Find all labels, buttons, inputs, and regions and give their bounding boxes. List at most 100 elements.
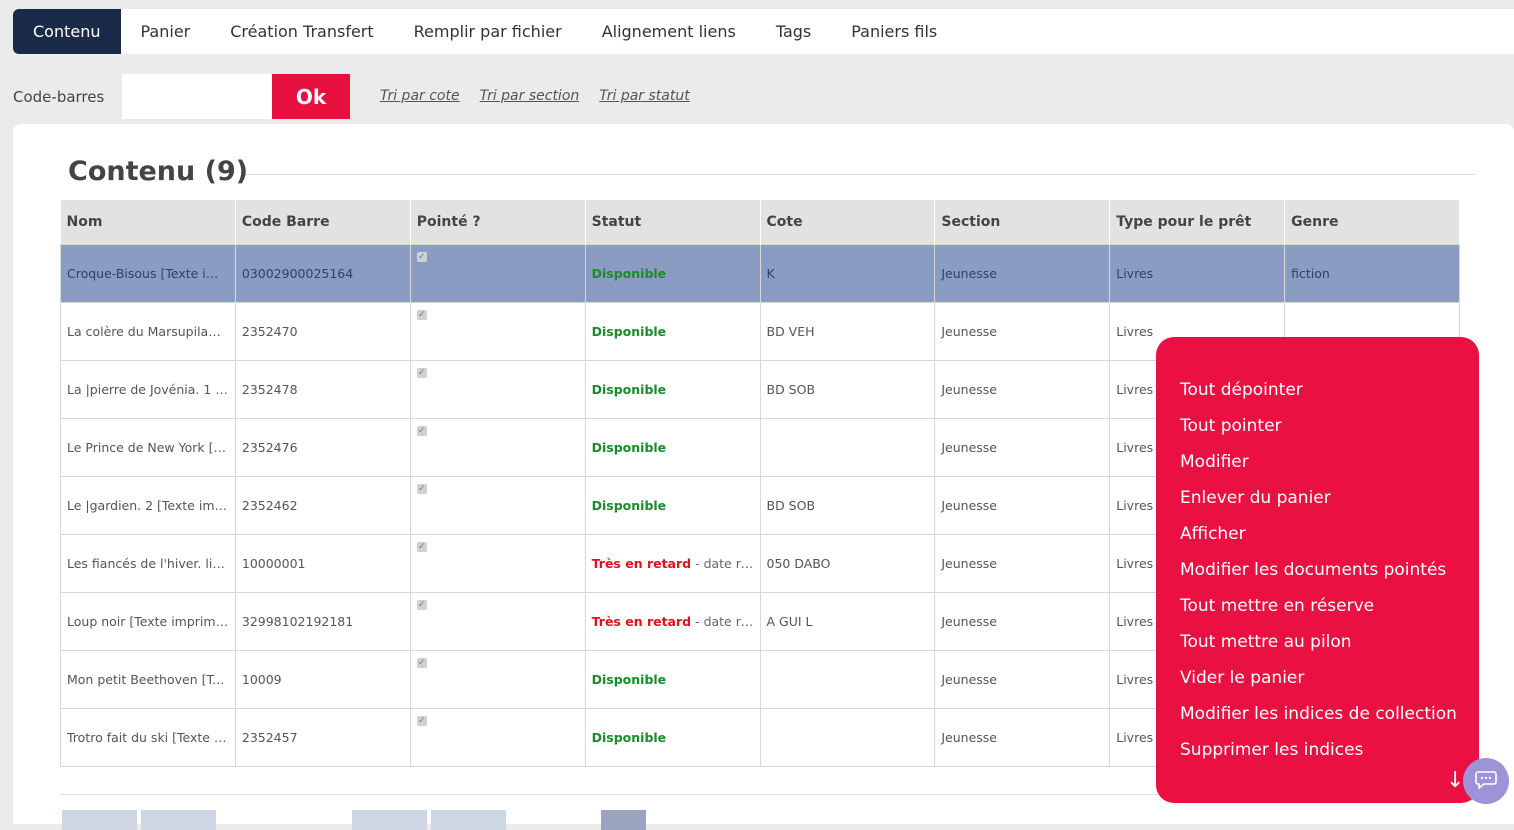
cell-nom: Le |gardien. 2 [Texte imprimé]: [60, 476, 236, 535]
sort-links: Tri par cote Tri par section Tri par sta…: [380, 88, 690, 104]
cell-nom: La |pierre de Jovénia. 1 [Texte imprimé]: [60, 360, 236, 419]
cell-pointe[interactable]: ✓: [409, 244, 586, 303]
pager-button[interactable]: [141, 810, 216, 830]
barcode-form: Code-barres Ok: [13, 74, 350, 119]
status-detail: - date retour: [695, 614, 759, 629]
pager-current-button[interactable]: [601, 810, 646, 830]
cell-pointe[interactable]: ✓: [409, 418, 586, 477]
menu-item-tout-pointer[interactable]: Tout pointer: [1180, 413, 1479, 449]
cell-statut: Disponible: [584, 418, 761, 477]
status-label: Disponible: [591, 672, 667, 687]
cell-genre: fiction: [1284, 244, 1460, 303]
sort-by-section-link[interactable]: Tri par section: [480, 88, 580, 104]
cell-code-barre: 10009: [234, 650, 411, 709]
cell-nom: Croque-Bisous [Texte imprimé]: [60, 244, 236, 303]
tab-remplir-par-fichier[interactable]: Remplir par fichier: [394, 9, 582, 54]
menu-item-supprimer-indices[interactable]: Supprimer les indices: [1180, 737, 1479, 773]
cell-statut: Disponible: [584, 244, 761, 303]
menu-item-enlever-du-panier[interactable]: Enlever du panier: [1180, 485, 1479, 521]
cell-code-barre: 2352476: [234, 418, 411, 477]
chat-button[interactable]: [1463, 758, 1509, 804]
cell-pointe[interactable]: ✓: [409, 302, 586, 361]
cell-cote: [759, 708, 936, 767]
cell-code-barre: 10000001: [234, 534, 411, 593]
pager-button[interactable]: [62, 810, 137, 830]
status-label: Disponible: [591, 498, 667, 513]
cell-pointe[interactable]: ✓: [409, 360, 586, 419]
checkbox-checked-icon[interactable]: ✓: [416, 658, 427, 668]
checkbox-checked-icon[interactable]: ✓: [416, 600, 427, 610]
menu-item-afficher[interactable]: Afficher: [1180, 521, 1479, 557]
column-header-statut[interactable]: Statut: [585, 200, 761, 245]
column-header-genre[interactable]: Genre: [1284, 200, 1460, 245]
table-row[interactable]: Croque-Bisous [Texte imprimé]03002900025…: [60, 244, 1460, 303]
cell-section: Jeunesse: [934, 244, 1111, 303]
status-label: Disponible: [591, 266, 667, 281]
cell-code-barre: 2352457: [234, 708, 411, 767]
tab-tags[interactable]: Tags: [756, 9, 831, 54]
cell-nom: Mon petit Beethoven [Texte imprimé]: [60, 650, 236, 709]
cell-cote: A GUI L: [759, 592, 936, 651]
cell-nom: Le Prince de New York [Texte imprimé]: [60, 418, 236, 477]
barcode-input[interactable]: [122, 74, 272, 119]
pager-button[interactable]: [352, 810, 427, 830]
cell-pointe[interactable]: ✓: [409, 476, 586, 535]
menu-item-modifier-indices-collection[interactable]: Modifier les indices de collection: [1180, 701, 1479, 737]
cell-nom: La colère du Marsupilami. 1: [60, 302, 236, 361]
checkbox-checked-icon[interactable]: ✓: [416, 484, 427, 494]
cell-statut: Disponible: [584, 302, 761, 361]
column-header-section[interactable]: Section: [934, 200, 1111, 245]
tab-bar: Contenu Panier Création Transfert Rempli…: [13, 9, 1514, 54]
menu-item-modifier[interactable]: Modifier: [1180, 449, 1479, 485]
tab-alignement-liens[interactable]: Alignement liens: [582, 9, 756, 54]
menu-item-tout-depointer[interactable]: Tout dépointer: [1180, 377, 1479, 413]
menu-item-tout-mettre-au-pilon[interactable]: Tout mettre au pilon: [1180, 629, 1479, 665]
cell-cote: 050 DABO: [759, 534, 936, 593]
cell-section: Jeunesse: [934, 592, 1111, 651]
cell-cote: K: [759, 244, 936, 303]
column-header-pointe[interactable]: Pointé ?: [410, 200, 586, 245]
status-label: Disponible: [591, 324, 667, 339]
menu-item-modifier-documents-pointes[interactable]: Modifier les documents pointés: [1180, 557, 1479, 593]
checkbox-checked-icon[interactable]: ✓: [416, 368, 427, 378]
cell-cote: BD SOB: [759, 476, 936, 535]
ok-button[interactable]: Ok: [272, 74, 350, 119]
status-label: Très en retard: [591, 556, 692, 571]
cell-nom: Loup noir [Texte imprimé] / Antoine: [60, 592, 236, 651]
menu-item-tout-mettre-en-reserve[interactable]: Tout mettre en réserve: [1180, 593, 1479, 629]
cell-cote: BD VEH: [759, 302, 936, 361]
cell-pointe[interactable]: ✓: [409, 592, 586, 651]
cell-code-barre: 2352478: [234, 360, 411, 419]
column-header-type-pret[interactable]: Type pour le prêt: [1109, 200, 1286, 245]
pager-button[interactable]: [431, 810, 506, 830]
column-header-nom[interactable]: Nom: [60, 200, 236, 245]
arrow-down-icon[interactable]: ↓: [1446, 768, 1464, 793]
sort-by-statut-link[interactable]: Tri par statut: [599, 88, 689, 104]
checkbox-checked-icon[interactable]: ✓: [416, 310, 427, 320]
column-header-cote[interactable]: Cote: [760, 200, 936, 245]
cell-statut: Très en retard - date retour: [584, 592, 761, 651]
menu-item-vider-le-panier[interactable]: Vider le panier: [1180, 665, 1479, 701]
cell-code-barre: 2352462: [234, 476, 411, 535]
sort-by-cote-link[interactable]: Tri par cote: [380, 88, 460, 104]
cell-section: Jeunesse: [934, 360, 1111, 419]
checkbox-checked-icon[interactable]: ✓: [416, 426, 427, 436]
cell-pointe[interactable]: ✓: [409, 650, 586, 709]
cell-statut: Disponible: [584, 708, 761, 767]
tab-contenu[interactable]: Contenu: [13, 9, 121, 54]
checkbox-checked-icon[interactable]: ✓: [416, 542, 427, 552]
cell-section: Jeunesse: [934, 708, 1111, 767]
chat-bubble-icon: [1475, 769, 1497, 793]
column-header-code-barre[interactable]: Code Barre: [235, 200, 411, 245]
barcode-label: Code-barres: [13, 87, 105, 106]
cell-section: Jeunesse: [934, 418, 1111, 477]
cell-pointe[interactable]: ✓: [409, 534, 586, 593]
cell-statut: Disponible: [584, 360, 761, 419]
tab-panier[interactable]: Panier: [121, 9, 211, 54]
tab-paniers-fils[interactable]: Paniers fils: [831, 9, 957, 54]
tab-creation-transfert[interactable]: Création Transfert: [210, 9, 393, 54]
checkbox-checked-icon[interactable]: ✓: [416, 716, 427, 726]
checkbox-checked-icon[interactable]: ✓: [416, 252, 427, 262]
cell-nom: Les fiancés de l'hiver. livre 1: [60, 534, 236, 593]
cell-pointe[interactable]: ✓: [409, 708, 586, 767]
